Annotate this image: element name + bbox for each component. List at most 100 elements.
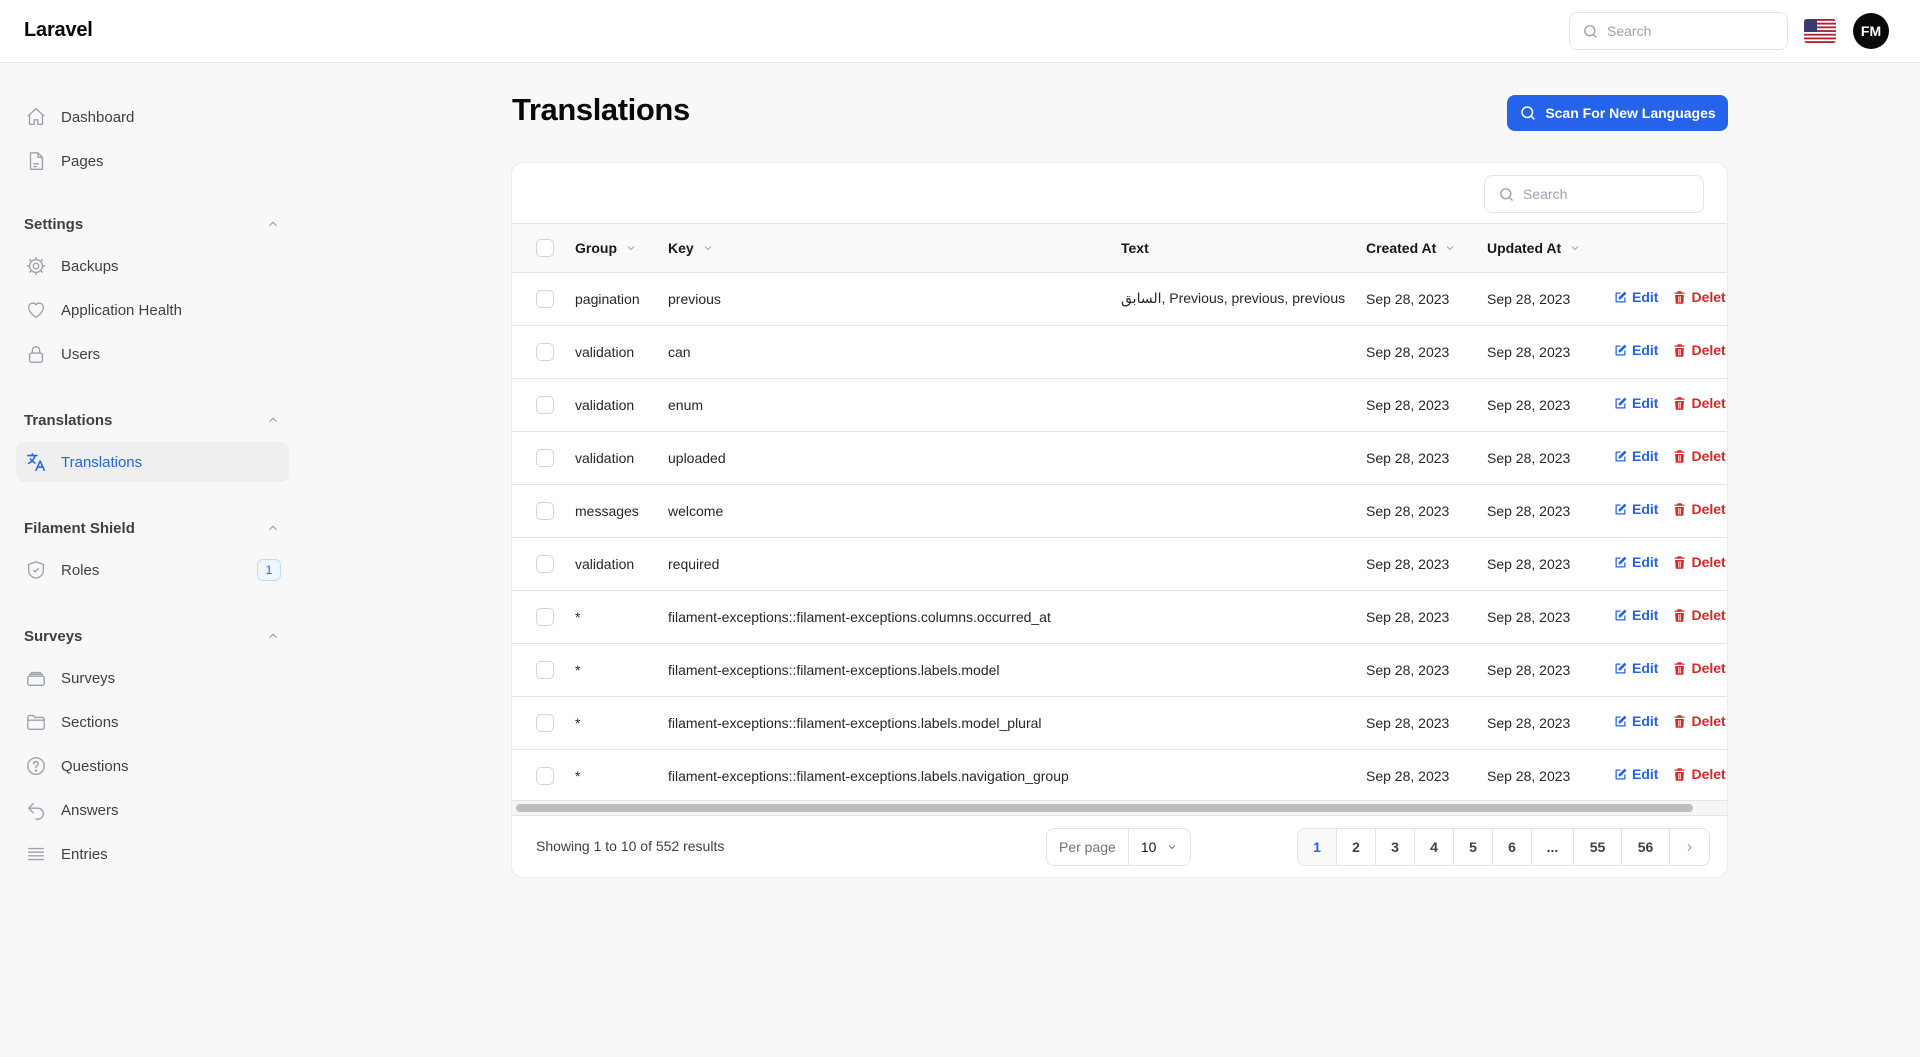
edit-button[interactable]: Edit xyxy=(1613,395,1658,411)
table-header-row: Group Key Text Created At Updated At xyxy=(512,224,1727,272)
table-row[interactable]: validation can Sep 28, 2023 Sep 28, 2023 Edi… xyxy=(512,325,1727,378)
table-row[interactable]: pagination previous السابق, Previous, prev… xyxy=(512,272,1727,325)
row-checkbox[interactable] xyxy=(536,448,554,467)
edit-button[interactable]: Edit xyxy=(1613,289,1658,305)
table-row[interactable]: * filament-exceptions::filament-exception… xyxy=(512,696,1727,749)
row-checkbox[interactable] xyxy=(536,395,554,414)
column-header-updated-at[interactable]: Updated At xyxy=(1487,240,1581,256)
cell-updated-at: Sep 28, 2023 xyxy=(1487,449,1571,466)
cell-updated-at: Sep 28, 2023 xyxy=(1487,343,1571,360)
page-button[interactable]: 55 xyxy=(1574,829,1622,865)
table-row[interactable]: * filament-exceptions::filament-exception… xyxy=(512,643,1727,696)
sidebar-item-questions[interactable]: Questions xyxy=(16,746,289,786)
page-button[interactable]: 3 xyxy=(1376,829,1415,865)
row-checkbox[interactable] xyxy=(536,342,554,361)
table-row[interactable]: validation required Sep 28, 2023 Sep 28, 20… xyxy=(512,537,1727,590)
sidebar-item-entries[interactable]: Entries xyxy=(16,834,289,874)
delete-button[interactable]: Delet xyxy=(1672,395,1726,412)
chevron-up-icon[interactable] xyxy=(266,521,280,535)
sidebar-group-translations[interactable]: Translations xyxy=(24,408,280,432)
column-header-created-at[interactable]: Created At xyxy=(1366,240,1456,256)
edit-button[interactable]: Edit xyxy=(1613,607,1658,623)
next-page-button[interactable] xyxy=(1670,829,1709,865)
page-button[interactable]: 2 xyxy=(1337,829,1376,865)
cell-key: filament-exceptions::filament-exceptions… xyxy=(668,767,1069,784)
table-row[interactable]: validation enum Sep 28, 2023 Sep 28, 2023 Ed… xyxy=(512,378,1727,431)
delete-button[interactable]: Delet xyxy=(1672,448,1726,464)
per-page-select[interactable]: Per page 10 xyxy=(1046,828,1192,866)
sidebar-item-dashboard[interactable]: Dashboard xyxy=(16,97,289,137)
delete-button[interactable]: Delet xyxy=(1672,554,1726,570)
delete-button[interactable]: Delet xyxy=(1672,289,1726,306)
edit-button[interactable]: Edit xyxy=(1613,342,1658,358)
edit-button[interactable]: Edit xyxy=(1613,660,1658,676)
page-button[interactable]: 6 xyxy=(1493,829,1532,865)
sidebar-item-translations[interactable]: Translations xyxy=(16,442,289,482)
sidebar-item-users[interactable]: Users xyxy=(16,334,289,374)
row-checkbox[interactable] xyxy=(536,660,554,679)
sidebar-item-surveys[interactable]: Surveys xyxy=(16,658,289,698)
edit-button[interactable]: Edit xyxy=(1613,448,1658,464)
sidebar-item-label: Translations xyxy=(61,453,143,471)
sidebar-item-pages[interactable]: Pages xyxy=(16,141,289,181)
delete-label: Delet xyxy=(1691,289,1726,306)
sidebar-item-application-health[interactable]: Application Health xyxy=(16,290,289,330)
sidebar-group-filament-shield[interactable]: Filament Shield xyxy=(24,516,280,540)
sidebar-group-surveys[interactable]: Surveys xyxy=(24,624,280,648)
scrollbar-thumb[interactable] xyxy=(516,804,1693,812)
table-search[interactable] xyxy=(1484,175,1704,213)
table-row[interactable]: * filament-exceptions::filament-exception… xyxy=(512,749,1727,802)
page-button[interactable]: 1 xyxy=(1298,829,1337,865)
sidebar-item-roles[interactable]: Roles 1 xyxy=(16,550,289,590)
row-checkbox[interactable] xyxy=(536,713,554,732)
user-avatar[interactable]: FM xyxy=(1853,13,1889,49)
row-checkbox[interactable] xyxy=(536,289,554,308)
delete-button[interactable]: Delet xyxy=(1672,342,1726,358)
column-header-group[interactable]: Group xyxy=(575,240,637,256)
sidebar-group-settings[interactable]: Settings xyxy=(24,212,280,236)
row-checkbox[interactable] xyxy=(536,501,554,520)
language-switcher-flag[interactable] xyxy=(1804,19,1836,43)
row-checkbox[interactable] xyxy=(536,554,554,573)
chevron-up-icon[interactable] xyxy=(266,217,280,231)
row-checkbox[interactable] xyxy=(536,766,554,785)
edit-button[interactable]: Edit xyxy=(1613,554,1658,570)
delete-button[interactable]: Delet xyxy=(1672,713,1726,729)
global-search-input[interactable] xyxy=(1607,23,1767,39)
page-button[interactable]: 4 xyxy=(1415,829,1454,865)
column-header-text: Text xyxy=(1121,239,1149,256)
chevron-down-icon xyxy=(627,245,635,250)
chevron-up-icon[interactable] xyxy=(266,413,280,427)
scan-for-new-languages-button[interactable]: Scan For New Languages xyxy=(1507,95,1728,131)
brand-logo[interactable]: Laravel xyxy=(24,19,93,42)
edit-button[interactable]: Edit xyxy=(1613,766,1658,782)
global-search[interactable] xyxy=(1569,12,1788,50)
delete-button[interactable]: Delet xyxy=(1672,501,1726,517)
edit-button[interactable]: Edit xyxy=(1613,501,1658,517)
page-button[interactable]: 56 xyxy=(1622,829,1670,865)
column-label: Created At xyxy=(1366,239,1437,256)
table-row[interactable]: messages welcome Sep 28, 2023 Sep 28, 2023 E… xyxy=(512,484,1727,537)
cell-created-at: Sep 28, 2023 xyxy=(1366,343,1450,360)
horizontal-scrollbar[interactable] xyxy=(512,800,1727,816)
cell-group: pagination xyxy=(575,290,640,307)
chevron-up-icon[interactable] xyxy=(266,629,280,643)
page-button[interactable]: 5 xyxy=(1454,829,1493,865)
delete-button[interactable]: Delet xyxy=(1672,660,1726,676)
delete-button[interactable]: Delet xyxy=(1672,607,1726,623)
select-all-checkbox[interactable] xyxy=(536,238,554,257)
sidebar-item-backups[interactable]: Backups xyxy=(16,246,289,286)
per-page-value[interactable]: 10 xyxy=(1129,829,1191,865)
delete-label: Delet xyxy=(1691,395,1726,412)
edit-button[interactable]: Edit xyxy=(1613,713,1658,729)
table-search-input[interactable] xyxy=(1523,186,1683,202)
row-checkbox[interactable] xyxy=(536,607,554,626)
table-row[interactable]: validation uploaded Sep 28, 2023 Sep 28, 20… xyxy=(512,431,1727,484)
column-header-key[interactable]: Key xyxy=(668,240,714,256)
column-label: Updated At xyxy=(1487,239,1562,256)
sidebar-item-answers[interactable]: Answers xyxy=(16,790,289,830)
delete-button[interactable]: Delet xyxy=(1672,766,1726,782)
sidebar-item-sections[interactable]: Sections xyxy=(16,702,289,742)
table-row[interactable]: * filament-exceptions::filament-exception… xyxy=(512,590,1727,643)
roles-count-badge: 1 xyxy=(257,559,281,581)
